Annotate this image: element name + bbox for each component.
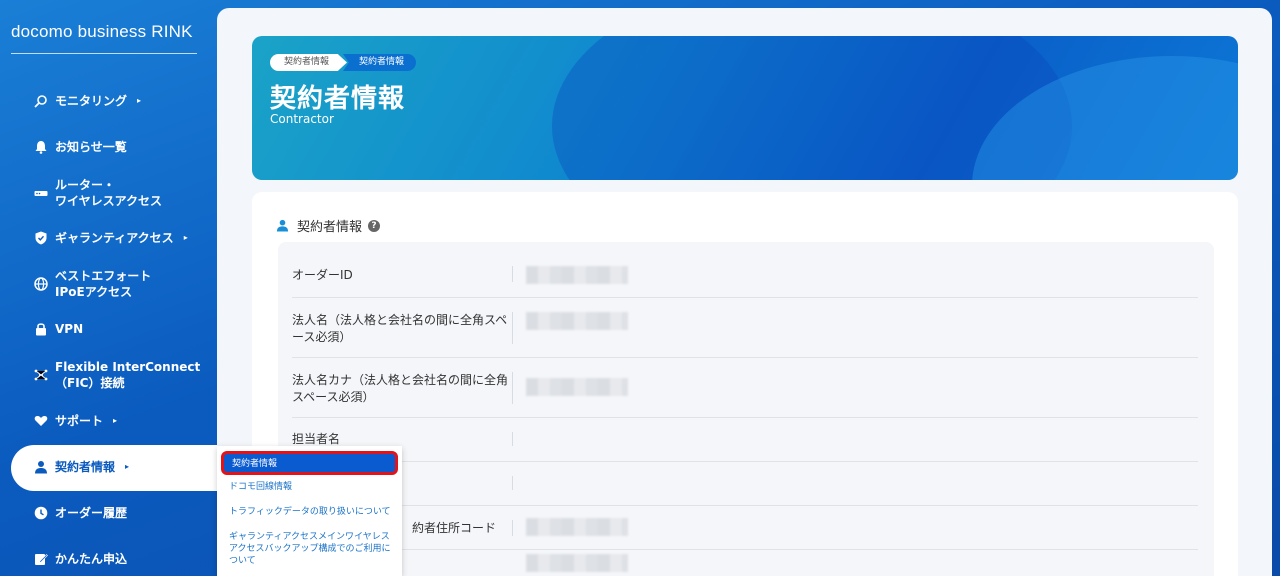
person-icon <box>34 460 48 474</box>
network-icon <box>34 368 48 382</box>
sidebar: docomo business RINK モニタリング ▸ お知らせ一覧 ルータ… <box>0 0 231 576</box>
masked-value <box>526 378 628 396</box>
column-divider <box>512 520 513 536</box>
contractor-submenu: 契約者情報 ドコモ回線情報 トラフィックデータの取り扱いについて ギャランティア… <box>217 446 402 576</box>
clock-icon <box>34 506 48 520</box>
sidebar-item-vpn[interactable]: VPN <box>34 321 83 337</box>
sidebar-item-label-line2: （FIC）接続 <box>55 376 125 390</box>
sidebar-item-label-line2: ワイヤレスアクセス <box>55 194 163 208</box>
table-row: 担当者名 <box>292 418 1198 462</box>
globe-icon <box>34 277 48 291</box>
submenu-item-docomo-line[interactable]: ドコモ回線情報 <box>229 481 394 493</box>
sidebar-item-label: VPN <box>55 322 84 336</box>
edit-icon <box>34 552 48 566</box>
sidebar-item-router-wireless[interactable]: ルーター・ ワイヤレスアクセス <box>34 177 162 209</box>
page-subtitle: Contractor <box>270 112 334 126</box>
sidebar-item-easy-apply[interactable]: かんたん申込 <box>34 551 127 567</box>
sidebar-item-label: モニタリング <box>55 94 128 108</box>
heart-hand-icon <box>34 414 48 428</box>
brand-logo: docomo business RINK <box>11 22 193 41</box>
sidebar-item-label: かんたん申込 <box>55 552 128 566</box>
column-divider <box>512 476 513 490</box>
caret-right-icon: ▸ <box>113 416 118 425</box>
submenu-item-guaranteed-backup[interactable]: ギャランティアクセスメインワイヤレスアクセスバックアップ構成でのご利用について <box>229 531 394 567</box>
page-title: 契約者情報 <box>270 84 406 114</box>
sidebar-item-label-line1: ベストエフォート <box>55 269 152 283</box>
person-icon <box>276 219 289 232</box>
sidebar-item-label: オーダー履歴 <box>55 506 128 520</box>
table-row: 約者住所コード <box>292 506 1198 550</box>
sidebar-item-guaranteed-access[interactable]: ギャランティアクセス ▸ <box>34 230 188 246</box>
contractor-table: オーダーID 法人名（法人格と会社名の間に全角スペース必須） 法人名カナ（法人格… <box>278 242 1214 576</box>
sidebar-item-fic[interactable]: Flexible InterConnect （FIC）接続 <box>34 359 200 391</box>
caret-right-icon: ▸ <box>125 462 130 471</box>
page-hero: 契約者情報 契約者情報 契約者情報 Contractor <box>252 36 1238 180</box>
card-heading: 契約者情報 ? <box>276 216 381 235</box>
shield-icon <box>34 231 48 245</box>
submenu-item-traffic-data[interactable]: トラフィックデータの取り扱いについて <box>229 506 394 518</box>
row-label: オーダーID <box>292 268 353 282</box>
lock-icon <box>34 322 48 336</box>
table-row: 法人名（法人格と会社名の間に全角スペース必須） <box>292 298 1198 358</box>
masked-value <box>526 266 628 284</box>
card-title: 契約者情報 <box>297 220 363 235</box>
breadcrumb-item[interactable]: 契約者情報 <box>270 54 348 71</box>
submenu-item-contractor-selected[interactable]: 契約者情報 <box>221 451 398 475</box>
sidebar-item-notices[interactable]: お知らせ一覧 <box>34 139 127 155</box>
sidebar-item-monitoring[interactable]: モニタリング ▸ <box>34 93 141 109</box>
breadcrumb-item-current: 契約者情報 <box>343 54 417 71</box>
column-divider <box>512 432 513 446</box>
sidebar-item-contractor[interactable]: 契約者情報 ▸ <box>34 459 129 475</box>
caret-right-icon: ▸ <box>183 233 188 242</box>
column-divider <box>512 372 513 404</box>
brand-divider <box>11 53 197 54</box>
masked-value <box>526 554 628 572</box>
caret-right-icon: ▸ <box>137 96 142 105</box>
table-row <box>292 462 1198 506</box>
column-divider <box>512 312 513 344</box>
row-label: 法人名（法人格と会社名の間に全角スペース必須） <box>292 313 508 344</box>
monitoring-icon <box>34 94 48 108</box>
sidebar-item-label-line1: Flexible InterConnect <box>55 360 201 374</box>
masked-value <box>526 312 628 330</box>
breadcrumb: 契約者情報 契約者情報 <box>270 54 417 71</box>
masked-value <box>526 518 628 536</box>
sidebar-item-label: 契約者情報 <box>55 460 116 474</box>
sidebar-item-best-effort-ipoe[interactable]: ベストエフォート IPoEアクセス <box>34 268 151 300</box>
table-row: オーダーID <box>292 250 1198 298</box>
router-icon <box>34 186 48 200</box>
sidebar-item-label: お知らせ一覧 <box>55 140 127 154</box>
sidebar-item-label-line2: IPoEアクセス <box>55 285 133 299</box>
sidebar-item-label: サポート <box>55 414 104 428</box>
column-divider <box>512 266 513 282</box>
row-label: 法人名カナ（法人格と会社名の間に全角スペース必須） <box>292 373 509 404</box>
sidebar-item-order-history[interactable]: オーダー履歴 <box>34 505 127 521</box>
help-icon[interactable]: ? <box>368 219 381 232</box>
bell-icon <box>34 140 48 154</box>
sidebar-item-support[interactable]: サポート ▸ <box>34 413 117 429</box>
table-row: 法人名カナ（法人格と会社名の間に全角スペース必須） <box>292 358 1198 418</box>
sidebar-item-label: ギャランティアクセス <box>55 231 174 245</box>
table-row <box>292 550 1198 576</box>
sidebar-item-label-line1: ルーター・ <box>55 178 116 192</box>
